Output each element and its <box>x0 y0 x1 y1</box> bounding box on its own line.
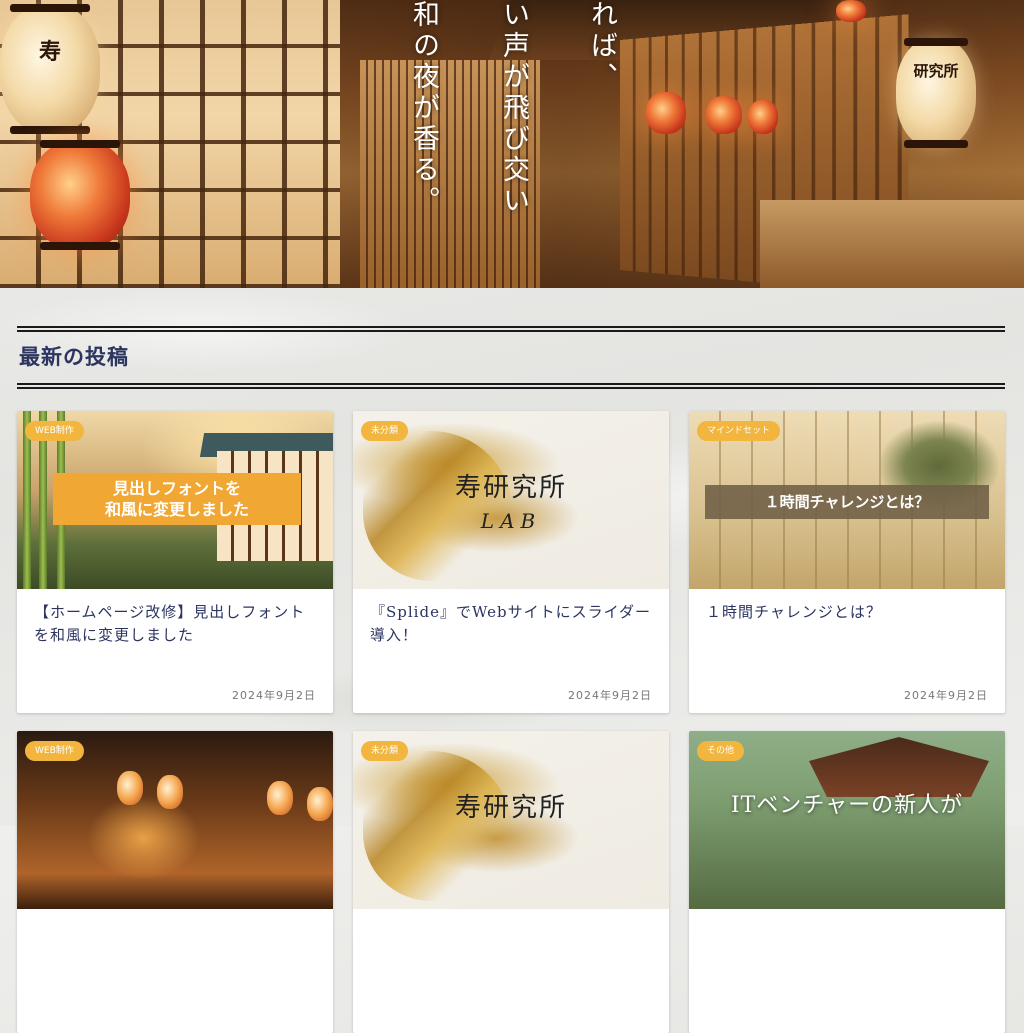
thumbnail-banner: 見出しフォントを 和風に変更しました <box>53 473 301 525</box>
category-badge[interactable]: WEB制作 <box>25 421 84 441</box>
post-card[interactable]: 寿研究所 LAB 未分類 『Splide』でWebサイトにスライダー導入！ 20… <box>353 411 669 713</box>
section-title: 最新の投稿 <box>19 344 129 369</box>
post-card[interactable]: WEB制作 <box>17 731 333 1033</box>
hero-street <box>760 200 1024 288</box>
post-card[interactable]: 寿研究所 未分類 <box>353 731 669 1033</box>
lantern-red-small-2 <box>706 96 742 134</box>
post-title[interactable]: 『Splide』でWebサイトにスライダー導入！ <box>370 601 654 647</box>
category-badge[interactable]: 未分類 <box>361 741 409 761</box>
double-rule-bottom <box>17 383 1005 389</box>
lantern-red-small-3 <box>748 100 778 134</box>
thumbnail-bar: １時間チャレンジとは？ <box>705 485 989 519</box>
lantern-glyph: 寿 <box>38 39 61 66</box>
post-card[interactable]: ITベンチャーの新人が その他 <box>689 731 1005 1033</box>
category-badge[interactable]: 未分類 <box>361 421 409 441</box>
post-date: 2024年9月2日 <box>904 689 988 702</box>
lantern-red-small-1 <box>646 92 686 134</box>
thumbnail-banner-line: 見出しフォントを <box>112 479 241 498</box>
category-badge[interactable]: WEB制作 <box>25 741 84 761</box>
post-title[interactable]: 【ホームページ改修】見出しフォントを和風に変更しました <box>34 601 318 647</box>
hero-copy-line-3: 和の夜が香る。 <box>408 0 439 217</box>
post-card[interactable]: 見出しフォントを 和風に変更しました WEB制作 【ホームページ改修】見出しフォ… <box>17 411 333 713</box>
post-title[interactable]: １時間チャレンジとは？ <box>706 601 990 624</box>
hero-copy-line-1: れば、 <box>586 0 617 93</box>
lantern-white-left: 寿 <box>0 4 100 134</box>
lantern-red-small-4 <box>836 0 866 22</box>
post-card[interactable]: １時間チャレンジとは？ マインドセット １時間チャレンジとは？ 2024年9月2… <box>689 411 1005 713</box>
post-date: 2024年9月2日 <box>232 689 316 702</box>
thumbnail-logo: 寿研究所 <box>454 793 567 823</box>
thumbnail-logo-sub: LAB <box>480 509 542 533</box>
thumbnail-logo: 寿研究所 <box>454 473 567 503</box>
lantern-white-right: 研究所 <box>896 38 976 148</box>
thumbnail-caption: ITベンチャーの新人が <box>730 793 964 818</box>
double-rule-top <box>17 326 1005 332</box>
lantern-glyph-right: 研究所 <box>913 62 959 81</box>
category-badge[interactable]: その他 <box>697 741 745 761</box>
hero-banner: 寿 研究所 れば、 い声が飛び交い 和の夜が香る。 <box>0 0 1024 288</box>
hero-copy-line-2: い声が飛び交い <box>498 0 529 217</box>
post-date: 2024年9月2日 <box>568 689 652 702</box>
category-badge[interactable]: マインドセット <box>697 421 781 441</box>
thumbnail-banner-line: 和風に変更しました <box>104 500 249 519</box>
lantern-red-left <box>30 140 130 250</box>
latest-posts-header: 最新の投稿 <box>17 326 1005 389</box>
